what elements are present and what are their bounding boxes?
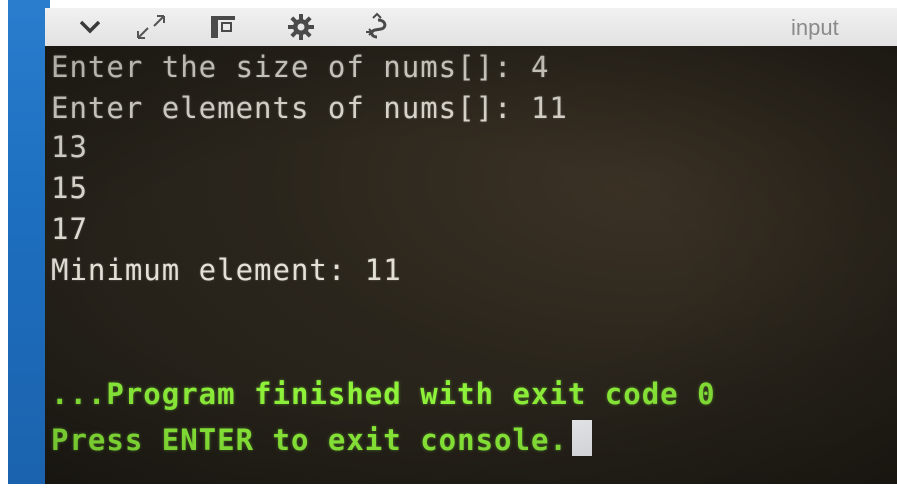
- console-line: Enter the size of nums[]: 4: [51, 50, 550, 84]
- console-line: 15: [51, 171, 88, 205]
- photo-border: [8, 484, 897, 495]
- debug-icon[interactable]: [357, 8, 397, 46]
- sidebar-edge: [8, 0, 50, 495]
- gear-icon[interactable]: [281, 8, 321, 46]
- exit-prompt-text: Press ENTER to exit console.: [51, 423, 568, 457]
- console-line: Minimum element: 11: [51, 253, 402, 287]
- text-cursor: [571, 420, 592, 456]
- console-line: Enter elements of nums[]: 11: [51, 91, 568, 125]
- exit-prompt-line: Press ENTER to exit console.: [51, 420, 592, 457]
- input-tab-label[interactable]: input: [791, 15, 839, 41]
- console-line: 17: [51, 212, 88, 246]
- photo-frame: input Enter the size of nums[]: 4 Enter …: [0, 0, 897, 495]
- exit-status-line: ...Program finished with exit code 0: [51, 377, 716, 411]
- layout-icon[interactable]: [203, 8, 243, 46]
- console-line: 13: [51, 130, 88, 164]
- console-output[interactable]: Enter the size of nums[]: 4 Enter elemen…: [45, 46, 897, 495]
- chevron-down-icon[interactable]: [73, 8, 107, 46]
- console-toolbar: input: [45, 8, 897, 47]
- expand-icon[interactable]: [131, 8, 171, 46]
